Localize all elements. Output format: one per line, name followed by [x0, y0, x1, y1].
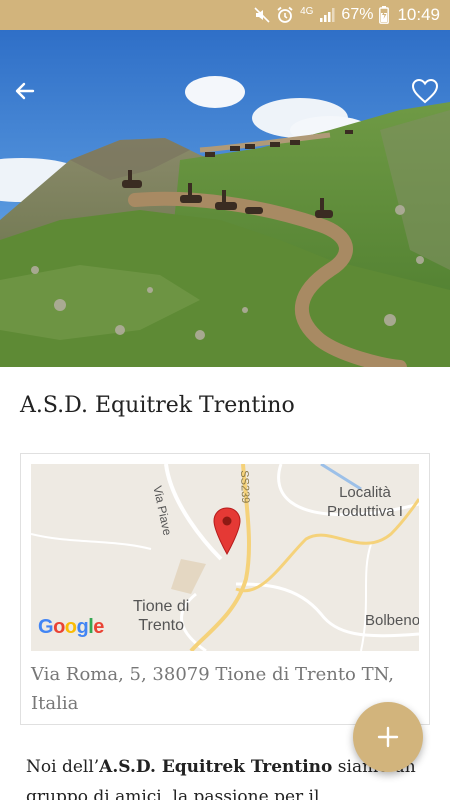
location-card: Via Piave SS239 Località Produttiva I Ti…	[20, 453, 430, 725]
heart-outline-icon	[411, 78, 439, 104]
mountain-trail-photo	[0, 30, 450, 367]
network-type: 4G	[300, 5, 314, 17]
status-bar: 4G 67% 10:49	[0, 0, 450, 30]
hero-image	[0, 30, 450, 367]
map-label-bolbeno: Bolbeno	[365, 612, 419, 629]
map-label-localita: Località Produttiva I	[327, 484, 403, 520]
plus-icon	[377, 726, 399, 748]
map-view[interactable]: Via Piave SS239 Località Produttiva I Ti…	[31, 464, 419, 651]
favorite-button[interactable]	[408, 74, 442, 108]
description-prefix: Noi dell’	[26, 757, 100, 777]
map-label-tione: Tione di Trento	[133, 598, 190, 634]
add-fab-button[interactable]	[353, 702, 423, 772]
map-pin-icon[interactable]	[212, 506, 242, 556]
back-button[interactable]	[8, 74, 42, 108]
description-org-name: A.S.D. Equitrek Trentino	[99, 757, 333, 777]
map-label-ss239: SS239	[238, 470, 252, 504]
page-title: A.S.D. Equitrek Trentino	[20, 393, 295, 418]
signal-icon	[320, 8, 335, 22]
battery-percent: 67%	[341, 6, 374, 23]
address-text: Via Roma, 5, 38079 Tione di Trento TN, I…	[31, 664, 394, 714]
alarm-icon	[277, 6, 293, 23]
mute-icon	[254, 7, 270, 23]
status-time: 10:49	[397, 5, 440, 24]
google-logo: Google	[38, 616, 104, 638]
status-icons: 4G 67% 10:49	[254, 0, 440, 30]
battery-icon	[379, 6, 390, 24]
arrow-left-icon	[15, 82, 35, 100]
